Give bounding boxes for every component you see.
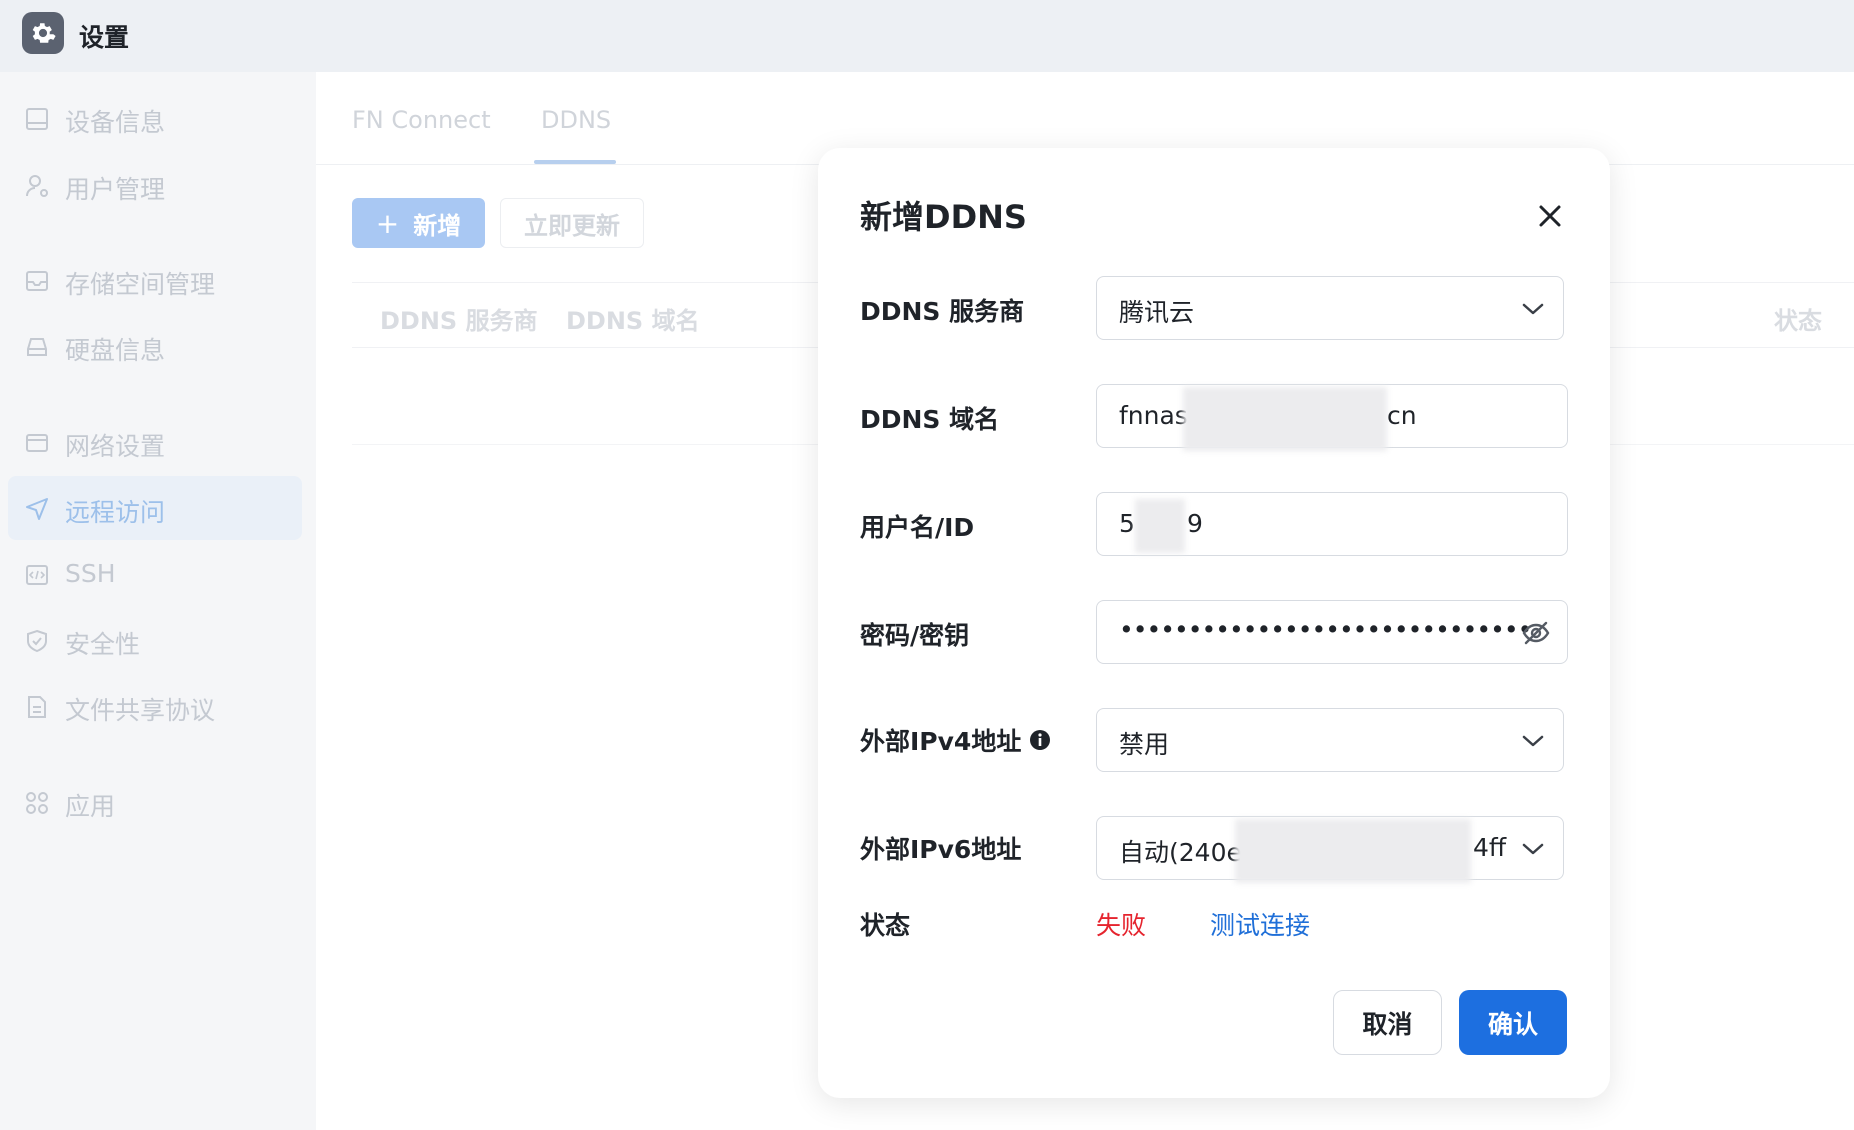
sidebar-item-label: 硬盘信息	[65, 336, 166, 365]
ipv4-select[interactable]: 禁用	[1096, 708, 1564, 772]
sidebar: 设备信息 用户管理 存储空间管理 硬盘信息 网络设置 远程访问 SSH 安全性 …	[0, 72, 316, 1130]
sidebar-item-remote-access[interactable]: 远程访问	[8, 476, 302, 540]
app-title: 设置	[79, 23, 130, 52]
sidebar-item-security[interactable]: 安全性	[8, 608, 302, 672]
column-header-status[interactable]: 状态	[1774, 301, 1822, 336]
gear-icon	[22, 12, 64, 54]
ipv4-label: 外部IPv4地址	[860, 722, 1051, 758]
sidebar-item-label: 用户管理	[65, 175, 166, 204]
provider-value: 腾讯云	[1119, 298, 1195, 327]
apps-icon	[26, 792, 48, 814]
ipv4-value: 禁用	[1119, 730, 1170, 759]
redacted-blur	[1235, 819, 1471, 883]
sidebar-item-file-sharing[interactable]: 文件共享协议	[8, 674, 302, 738]
chevron-down-icon	[1522, 843, 1544, 855]
tab-fn-connect[interactable]: FN Connect	[352, 106, 491, 134]
sidebar-item-label: 存储空间管理	[65, 270, 216, 299]
cancel-button[interactable]: 取消	[1333, 990, 1442, 1055]
test-connection-link[interactable]: 测试连接	[1210, 906, 1310, 942]
sidebar-item-label: 网络设置	[65, 432, 166, 461]
confirm-button[interactable]: 确认	[1459, 990, 1567, 1055]
dialog-title: 新增DDNS	[860, 198, 1027, 236]
sidebar-item-label: SSH	[65, 559, 116, 588]
info-icon[interactable]	[1029, 729, 1051, 751]
domain-input[interactable]: fnnas. cn	[1096, 384, 1568, 451]
username-value-prefix: 5	[1119, 509, 1135, 538]
title-bar: 设置	[0, 0, 1854, 72]
sidebar-item-label: 应用	[65, 792, 116, 821]
sidebar-item-label: 文件共享协议	[65, 696, 216, 725]
sidebar-item-disk-info[interactable]: 硬盘信息	[8, 314, 302, 378]
plus-icon: +	[375, 206, 400, 240]
sidebar-item-apps[interactable]: 应用	[8, 770, 302, 834]
sidebar-item-label: 安全性	[65, 630, 141, 659]
username-label: 用户名/ID	[860, 513, 975, 542]
ipv6-value-suffix: 4ff	[1473, 833, 1507, 862]
username-input[interactable]: 5 9	[1096, 492, 1568, 556]
ipv6-label: 外部IPv6地址	[860, 835, 1022, 864]
password-label: 密码/密钥	[860, 621, 970, 650]
username-value-suffix: 9	[1187, 509, 1203, 538]
send-icon	[26, 498, 48, 520]
provider-label: DDNS 服务商	[860, 297, 1025, 326]
tab-ddns[interactable]: DDNS	[541, 106, 611, 134]
sidebar-item-user-management[interactable]: 用户管理	[8, 153, 302, 217]
redacted-blur	[1135, 499, 1185, 553]
device-icon	[26, 108, 48, 130]
disk-icon	[27, 338, 47, 356]
sidebar-item-device-info[interactable]: 设备信息	[8, 86, 302, 150]
domain-value-suffix: cn	[1387, 401, 1417, 430]
storage-icon	[26, 271, 48, 291]
chevron-down-icon	[1522, 303, 1544, 315]
sidebar-item-network[interactable]: 网络设置	[8, 410, 302, 474]
shield-icon	[27, 629, 47, 653]
status-label: 状态	[860, 911, 911, 940]
network-icon	[26, 434, 48, 452]
column-header-provider[interactable]: DDNS 服务商	[380, 301, 538, 336]
sidebar-item-storage[interactable]: 存储空间管理	[8, 248, 302, 312]
provider-select[interactable]: 腾讯云	[1096, 276, 1564, 340]
user-icon	[26, 175, 48, 197]
column-header-domain[interactable]: DDNS 域名	[566, 301, 700, 336]
chevron-down-icon	[1522, 735, 1544, 747]
sidebar-item-ssh[interactable]: SSH	[8, 542, 302, 606]
ipv6-value-prefix: 自动(240e:	[1119, 838, 1251, 867]
sidebar-item-label: 设备信息	[65, 108, 166, 137]
status-value: 失败	[1096, 911, 1147, 940]
code-icon	[26, 565, 48, 585]
password-input[interactable]: ••••••••••••••••••••••••••••••	[1096, 600, 1568, 664]
eye-off-icon[interactable]	[1521, 620, 1551, 646]
ipv4-label-text: 外部IPv4地址	[860, 727, 1022, 756]
password-value: ••••••••••••••••••••••••••••••	[1119, 615, 1532, 644]
domain-label: DDNS 域名	[860, 405, 1000, 434]
redacted-blur	[1183, 387, 1387, 451]
sidebar-item-label: 远程访问	[65, 498, 166, 527]
add-button-label: 新增	[413, 211, 462, 240]
close-button[interactable]	[1530, 196, 1570, 236]
refresh-now-button[interactable]: 立即更新	[500, 198, 644, 248]
add-button[interactable]: + 新增	[352, 198, 485, 248]
ipv6-select[interactable]: 自动(240e: 4ff	[1096, 816, 1564, 883]
active-tab-indicator	[534, 160, 616, 164]
add-ddns-dialog: 新增DDNS DDNS 服务商 腾讯云 DDNS 域名 fnnas. cn 用户…	[818, 148, 1610, 1098]
close-icon	[1539, 205, 1561, 227]
document-icon	[28, 696, 46, 718]
